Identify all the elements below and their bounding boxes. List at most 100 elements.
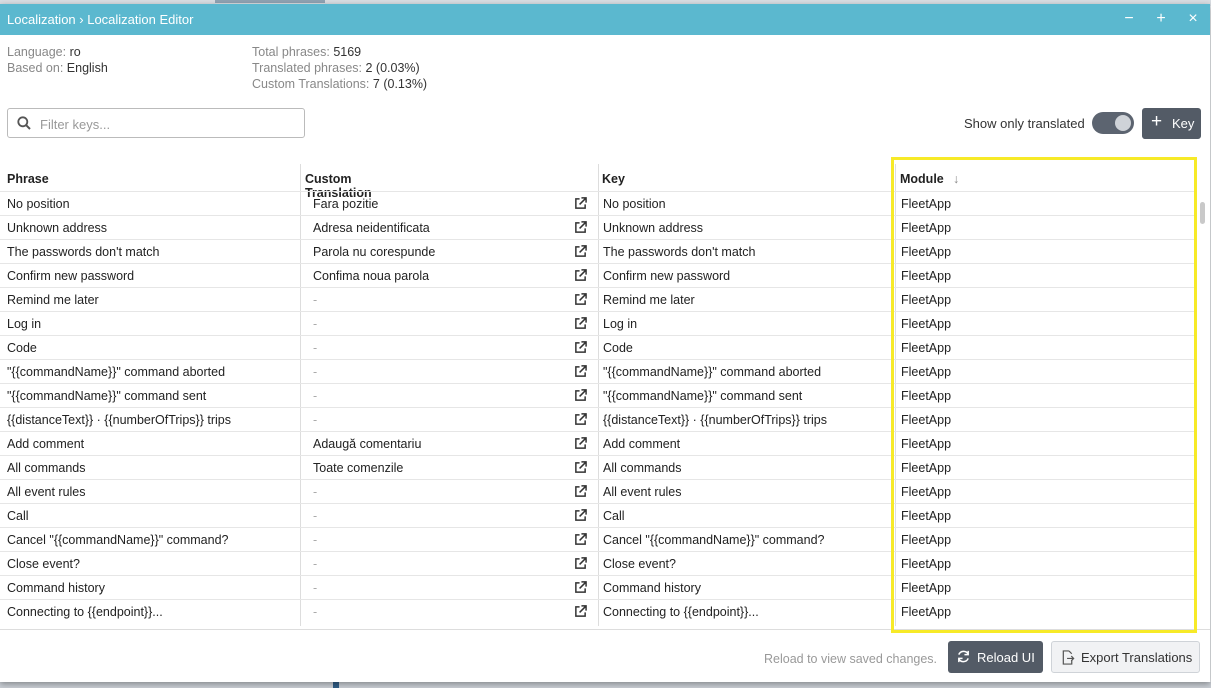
close-button[interactable]: × (1183, 9, 1203, 29)
external-link-icon[interactable] (574, 533, 587, 549)
custom-translation-cell[interactable]: - (313, 581, 568, 595)
table-row[interactable]: Unknown address Adresa neidentificata Unkn… (0, 215, 1196, 240)
table-row[interactable]: Cancel "{{commandName}}" command? - Cancel… (0, 527, 1196, 552)
custom-translation-cell[interactable]: - (313, 293, 568, 307)
phrase-cell: Unknown address (7, 221, 108, 235)
external-link-icon[interactable] (574, 269, 587, 285)
module-cell: FleetApp (901, 221, 952, 235)
filter-input[interactable] (38, 112, 302, 136)
module-cell: FleetApp (901, 605, 952, 619)
external-link-icon[interactable] (574, 605, 587, 621)
localization-editor-window: Localization › Localization Editor − + ×… (0, 4, 1210, 682)
key-cell: Unknown address (603, 221, 704, 235)
table-row[interactable]: Call - Call FleetApp (0, 503, 1196, 528)
custom-translation-cell[interactable]: - (313, 557, 568, 571)
key-cell: Log in (603, 317, 638, 331)
module-cell: FleetApp (901, 197, 952, 211)
export-icon (1062, 650, 1075, 665)
key-cell: All commands (603, 461, 682, 475)
external-link-icon[interactable] (574, 245, 587, 261)
scrollbar-thumb[interactable] (1200, 202, 1205, 224)
custom-translation-cell[interactable]: Adresa neidentificata (313, 221, 568, 235)
external-link-icon[interactable] (574, 365, 587, 381)
custom-translation-cell[interactable]: - (313, 317, 568, 331)
key-cell: No position (603, 197, 666, 211)
custom-translation-cell[interactable]: Fara pozitie (313, 197, 568, 211)
search-icon (17, 116, 31, 130)
external-link-icon[interactable] (574, 341, 587, 357)
total-phrases-label: Total phrases: (252, 45, 330, 59)
key-cell: Code (603, 341, 633, 355)
phrase-cell: No position (7, 197, 70, 211)
table-row[interactable]: Connecting to {{endpoint}}... - Connecting… (0, 599, 1196, 624)
custom-translation-cell[interactable]: - (313, 365, 568, 379)
external-link-icon[interactable] (574, 293, 587, 309)
key-cell: {{distanceText}} · {{numberOfTrips}} tri… (603, 413, 827, 427)
table-row[interactable]: "{{commandName}}" command aborted - "{{com… (0, 359, 1196, 384)
custom-translation-cell[interactable]: - (313, 341, 568, 355)
filter-box[interactable] (7, 108, 305, 138)
custom-translation-cell[interactable]: Adaugă comentariu (313, 437, 568, 451)
reload-ui-button[interactable]: Reload UI (948, 641, 1043, 673)
external-link-icon[interactable] (574, 221, 587, 237)
phrase-stats: Total phrases: 5169 Translated phrases: … (252, 44, 427, 92)
external-link-icon[interactable] (574, 389, 587, 405)
key-cell: "{{commandName}}" command aborted (603, 365, 822, 379)
add-key-button[interactable]: + Key (1142, 108, 1201, 139)
table-row[interactable]: Command history - Command history FleetApp (0, 575, 1196, 600)
module-cell: FleetApp (901, 509, 952, 523)
show-only-translated-toggle[interactable] (1092, 112, 1134, 134)
phrase-cell: The passwords don't match (7, 245, 160, 259)
table-row[interactable]: Close event? - Close event? FleetApp (0, 551, 1196, 576)
module-cell: FleetApp (901, 365, 952, 379)
custom-translation-cell[interactable]: - (313, 605, 568, 619)
table-row[interactable]: Code - Code FleetApp (0, 335, 1196, 360)
custom-translation-cell[interactable]: - (313, 389, 568, 403)
table-row[interactable]: All event rules - All event rules FleetApp (0, 479, 1196, 504)
table-row[interactable]: "{{commandName}}" command sent - "{{comman… (0, 383, 1196, 408)
external-link-icon[interactable] (574, 197, 587, 213)
table-row[interactable]: Log in - Log in FleetApp (0, 311, 1196, 336)
phrase-cell: Add comment (7, 437, 85, 451)
maximize-button[interactable]: + (1151, 9, 1171, 29)
phrase-cell: {{distanceText}} · {{numberOfTrips}} tri… (7, 413, 231, 427)
custom-translation-cell[interactable]: - (313, 533, 568, 547)
module-cell: FleetApp (901, 461, 952, 475)
background-bottom (0, 682, 1211, 688)
table-row[interactable]: {{distanceText}} · {{numberOfTrips}} tri… (0, 407, 1196, 432)
export-translations-button[interactable]: Export Translations (1051, 641, 1200, 673)
module-cell: FleetApp (901, 245, 952, 259)
external-link-icon[interactable] (574, 413, 587, 429)
external-link-icon[interactable] (574, 485, 587, 501)
custom-translation-cell[interactable]: - (313, 485, 568, 499)
table-row[interactable]: All commands Toate comenzile All commands F… (0, 455, 1196, 480)
table-row[interactable]: Confirm new password Confima noua parola C… (0, 263, 1196, 288)
key-cell: Add comment (603, 437, 681, 451)
title-bar[interactable]: Localization › Localization Editor − + × (0, 4, 1210, 35)
custom-translation-cell[interactable]: - (313, 509, 568, 523)
external-link-icon[interactable] (574, 557, 587, 573)
phrase-cell: "{{commandName}}" command aborted (7, 365, 226, 379)
translated-phrases-value: 2 (0.03%) (365, 61, 420, 75)
external-link-icon[interactable] (574, 509, 587, 525)
phrase-cell: "{{commandName}}" command sent (7, 389, 207, 403)
minimize-button[interactable]: − (1119, 9, 1139, 29)
phrase-cell: Close event? (7, 557, 80, 571)
custom-translation-cell[interactable]: Parola nu corespunde (313, 245, 568, 259)
module-cell: FleetApp (901, 485, 952, 499)
table-row[interactable]: Remind me later - Remind me later FleetApp (0, 287, 1196, 312)
custom-translation-cell[interactable]: Confima noua parola (313, 269, 568, 283)
external-link-icon[interactable] (574, 461, 587, 477)
table-row[interactable]: Add comment Adaugă comentariu Add comment F… (0, 431, 1196, 456)
external-link-icon[interactable] (574, 581, 587, 597)
key-cell: The passwords don't match (603, 245, 756, 259)
custom-translation-cell[interactable]: - (313, 413, 568, 427)
key-cell: All event rules (603, 485, 682, 499)
module-cell: FleetApp (901, 389, 952, 403)
custom-translation-cell[interactable]: Toate comenzile (313, 461, 568, 475)
show-only-translated-label: Show only translated (964, 116, 1085, 131)
table-row[interactable]: No position Fara pozitie No position FleetA… (0, 191, 1196, 216)
external-link-icon[interactable] (574, 317, 587, 333)
external-link-icon[interactable] (574, 437, 587, 453)
table-row[interactable]: The passwords don't match Parola nu cores… (0, 239, 1196, 264)
